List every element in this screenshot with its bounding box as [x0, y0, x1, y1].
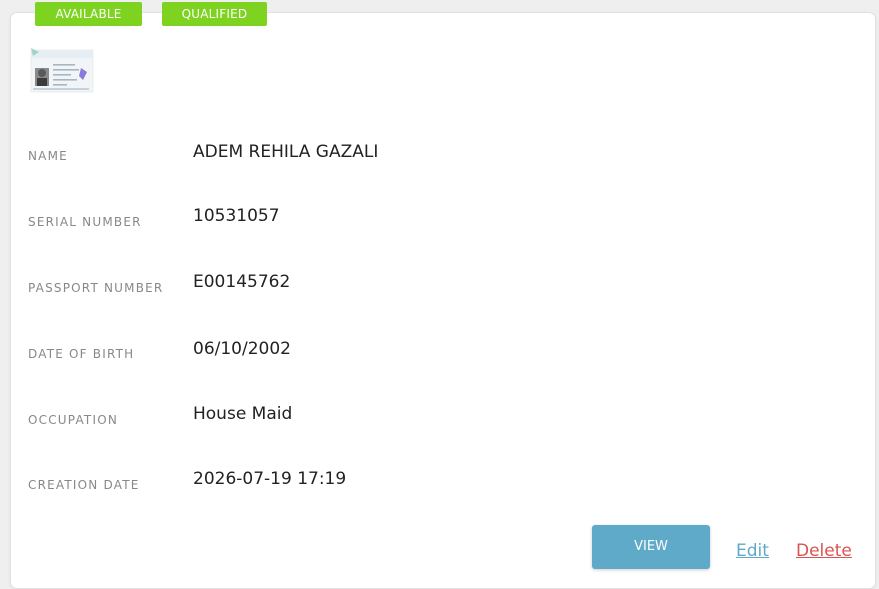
edit-link[interactable]: Edit — [736, 541, 769, 561]
serial-number-value: 10531057 — [193, 206, 280, 226]
date-of-birth-label: DATE OF BIRTH — [28, 347, 135, 361]
occupation-label: OCCUPATION — [28, 413, 119, 427]
passport-number-label: PASSPORT NUMBER — [28, 281, 164, 295]
name-value: ADEM REHILA GAZALI — [193, 142, 379, 162]
worker-card — [10, 12, 876, 589]
creation-date-label: CREATION DATE — [28, 478, 140, 492]
name-label: NAME — [28, 149, 68, 163]
view-button[interactable]: VIEW — [592, 525, 710, 569]
passport-thumbnail-icon — [29, 46, 95, 96]
date-of-birth-value: 06/10/2002 — [193, 339, 291, 359]
passport-number-value: E00145762 — [193, 272, 291, 292]
available-badge: AVAILABLE — [35, 2, 142, 26]
passport-thumbnail[interactable] — [29, 46, 95, 96]
qualified-badge: QUALIFIED — [162, 2, 267, 26]
occupation-value: House Maid — [193, 404, 293, 424]
creation-date-value: 2026-07-19 17:19 — [193, 469, 347, 489]
serial-number-label: SERIAL NUMBER — [28, 215, 142, 229]
delete-link[interactable]: Delete — [796, 541, 852, 561]
